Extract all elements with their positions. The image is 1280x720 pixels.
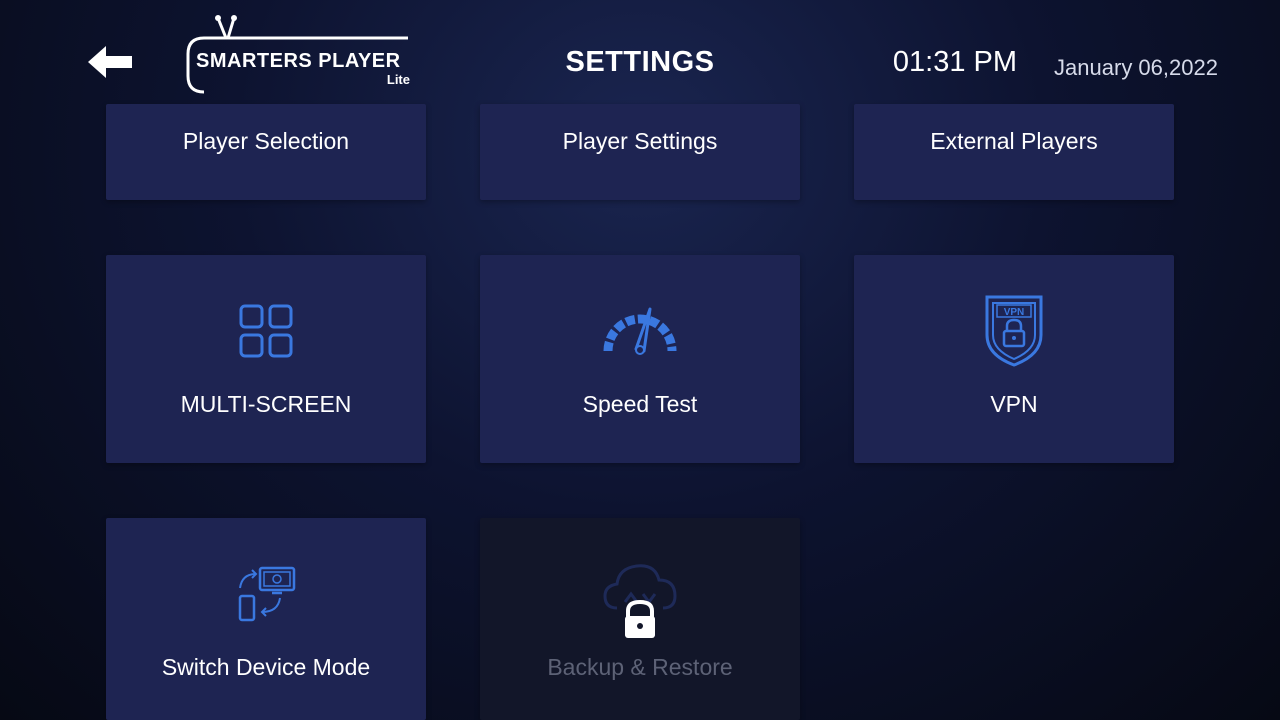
switch-device-icon — [238, 566, 296, 622]
tile-label: External Players — [930, 128, 1098, 154]
vpn-shield-lock-icon: VPN — [985, 295, 1043, 367]
app-logo: SMARTERS PLAYER Lite — [182, 14, 418, 96]
speed-test-tile[interactable]: Speed Test — [480, 255, 800, 463]
page-title: SETTINGS — [565, 46, 715, 78]
vpn-badge-text: VPN — [1004, 307, 1025, 318]
clock-time: 01:31 PM — [892, 46, 1018, 78]
tile-label: VPN — [990, 391, 1038, 417]
speedometer-icon — [603, 307, 677, 355]
player-selection-tile[interactable]: Player Selection — [106, 104, 426, 200]
backup-restore-tile: Backup & Restore — [480, 518, 800, 720]
vpn-tile[interactable]: VPN VPN — [854, 255, 1174, 463]
player-settings-tile[interactable]: Player Settings — [480, 104, 800, 200]
tile-label: MULTI-SCREEN — [180, 391, 352, 417]
tile-label: Switch Device Mode — [161, 654, 371, 680]
cloud-lock-icon — [603, 564, 677, 638]
switch-device-mode-tile[interactable]: Switch Device Mode — [106, 518, 426, 720]
logo-text: SMARTERS PLAYER — [196, 50, 401, 72]
external-players-tile[interactable]: External Players — [854, 104, 1174, 200]
multi-screen-tile[interactable]: MULTI-SCREEN — [106, 255, 426, 463]
tile-label: Speed Test — [582, 391, 698, 417]
tile-label: Backup & Restore — [547, 654, 733, 680]
tile-label: Player Selection — [182, 128, 350, 154]
arrow-left-icon — [88, 46, 132, 78]
back-button[interactable] — [84, 40, 136, 84]
tile-label: Player Settings — [562, 128, 718, 154]
header: SMARTERS PLAYER Lite SETTINGS 01:31 PM J… — [0, 0, 1280, 104]
multi-screen-grid-icon — [239, 304, 293, 358]
logo-subtitle: Lite — [386, 72, 410, 87]
clock-date: January 06,2022 — [1054, 55, 1218, 80]
